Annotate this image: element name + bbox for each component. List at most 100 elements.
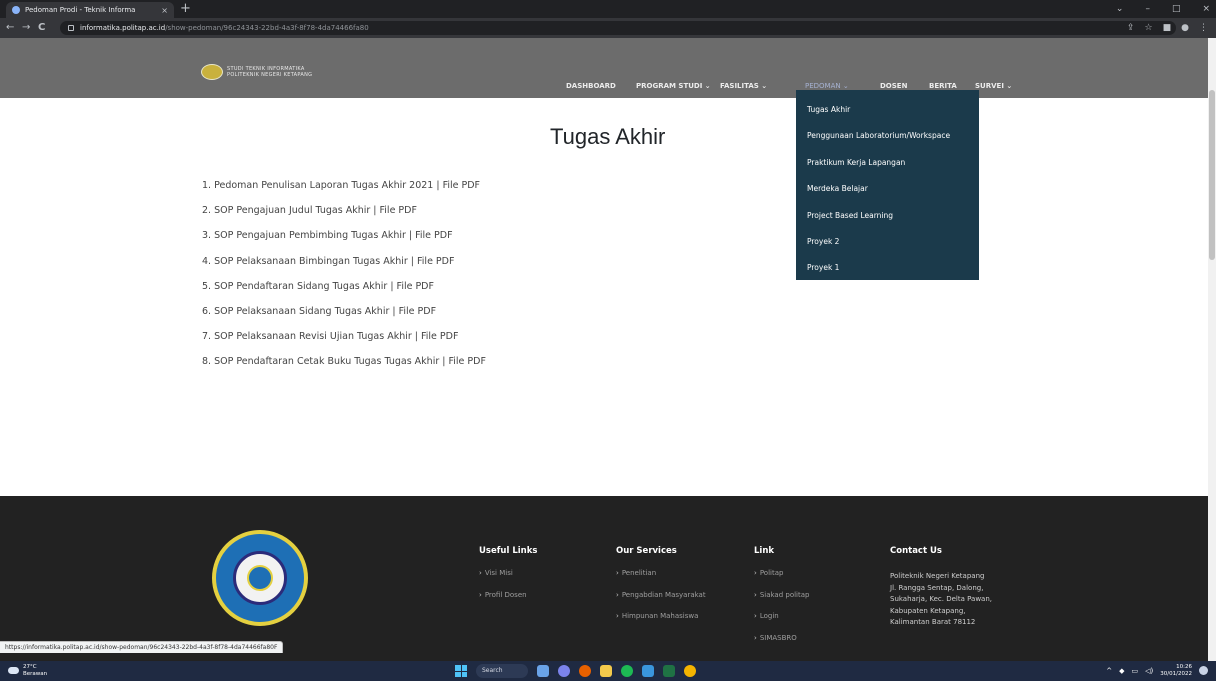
dropdown-item-pbl[interactable]: Project Based Learning [796, 203, 979, 229]
nav-item-fasilitas[interactable]: FASILITAS ⌄ [720, 80, 767, 92]
network-icon[interactable]: ◆ [1119, 667, 1124, 675]
footer-heading: Our Services [616, 546, 677, 556]
dropdown-item-proyek-1[interactable]: Proyek 1 [796, 255, 979, 281]
dropdown-item-pkl[interactable]: Praktikum Kerja Lapangan [796, 150, 979, 176]
dropdown-item-merdeka-belajar[interactable]: Merdeka Belajar [796, 176, 979, 202]
main-menu: DASHBOARD PROGRAM STUDI ⌄ FASILITAS ⌄ PE… [0, 80, 1216, 92]
clock-date: 30/01/2022 [1160, 670, 1192, 677]
clock[interactable]: 10:26 30/01/2022 [1160, 664, 1192, 677]
chevron-right-icon: › [754, 590, 757, 599]
footer-link[interactable]: › Siakad politap [754, 589, 809, 611]
list-item[interactable]: 6. SOP Pelaksanaan Sidang Tugas Akhir | … [202, 302, 762, 327]
dropdown-item-laboratorium[interactable]: Penggunaan Laboratorium/Workspace [796, 123, 979, 149]
back-button[interactable]: ← [6, 21, 14, 35]
footer-link[interactable]: › Visi Misi [479, 567, 537, 589]
chevron-right-icon: › [754, 569, 757, 577]
weather-widget[interactable]: 27°C Berawan [8, 664, 47, 677]
forward-button[interactable]: → [22, 21, 30, 35]
dropdown-item-proyek-2[interactable]: Proyek 2 [796, 229, 979, 255]
footer-heading: Link [754, 546, 775, 556]
contact-address: Politeknik Negeri Ketapang Jl. Rangga Se… [890, 572, 993, 626]
browser-tab-bar: Pedoman Prodi - Teknik Informa × + ⌄ – □… [0, 0, 1216, 18]
page-scrollbar[interactable] [1208, 38, 1216, 661]
politeknik-seal-icon [212, 530, 308, 626]
list-item[interactable]: 1. Pedoman Penulisan Laporan Tugas Akhir… [202, 176, 762, 201]
weather-desc: Berawan [23, 670, 48, 677]
extension-icon[interactable]: ■ [1163, 21, 1172, 35]
volume-icon[interactable]: ◁) [1145, 667, 1153, 675]
chrome-icon[interactable] [684, 665, 696, 677]
tab-title: Pedoman Prodi - Teknik Informa [25, 6, 136, 14]
close-window-button[interactable]: × [1202, 2, 1210, 16]
list-item[interactable]: 4. SOP Pelaksanaan Bimbingan Tugas Akhir… [202, 252, 762, 277]
chevron-right-icon: › [754, 612, 757, 620]
list-item[interactable]: 5. SOP Pendaftaran Sidang Tugas Akhir | … [202, 277, 762, 302]
document-list: 1. Pedoman Penulisan Laporan Tugas Akhir… [202, 176, 762, 378]
list-item[interactable]: 3. SOP Pengajuan Pembimbing Tugas Akhir … [202, 226, 762, 251]
star-icon[interactable]: ☆ [1145, 21, 1153, 35]
pedoman-dropdown: Tugas Akhir Penggunaan Laboratorium/Work… [796, 90, 979, 280]
kebab-menu-icon[interactable]: ⋮ [1199, 21, 1208, 35]
footer-heading: Useful Links [479, 546, 538, 556]
chevron-right-icon: › [616, 569, 619, 577]
spotify-icon[interactable] [621, 665, 633, 677]
taskbar-search[interactable]: Search [476, 664, 528, 678]
chevron-right-icon: › [616, 590, 619, 599]
footer-useful-links: Useful Links › Visi Misi › Profil Dosen [479, 546, 537, 610]
maximize-button[interactable]: □ [1172, 2, 1181, 16]
dropdown-item-tugas-akhir[interactable]: Tugas Akhir [796, 97, 979, 123]
nav-item-dashboard[interactable]: DASHBOARD [566, 80, 616, 92]
url-host: informatika.politap.ac.id [80, 24, 166, 32]
mail-icon[interactable] [642, 665, 654, 677]
list-item[interactable]: 8. SOP Pendaftaran Cetak Buku Tugas Tuga… [202, 352, 762, 377]
profile-icon[interactable]: ● [1181, 21, 1189, 35]
chevron-up-icon[interactable]: ^ [1106, 667, 1112, 675]
chevron-right-icon: › [479, 590, 482, 599]
reload-button[interactable]: C [38, 21, 45, 35]
task-view-icon[interactable] [537, 665, 549, 677]
nav-item-program-studi[interactable]: PROGRAM STUDI ⌄ [636, 80, 711, 92]
chevron-right-icon: › [754, 633, 757, 642]
windows-taskbar: 27°C Berawan Search ^ ◆ ▭ ◁) 10:26 30/01… [0, 661, 1216, 681]
notification-icon[interactable] [1199, 666, 1208, 675]
lock-icon[interactable] [68, 25, 74, 31]
scrollbar-thumb[interactable] [1209, 90, 1215, 260]
excel-icon[interactable] [663, 665, 675, 677]
chevron-right-icon: › [479, 569, 482, 577]
footer-link[interactable]: › SIMASBRO [754, 632, 809, 654]
minimize-button[interactable]: – [1145, 2, 1150, 16]
footer-heading: Contact Us [890, 546, 942, 556]
browser-tab[interactable]: Pedoman Prodi - Teknik Informa × [6, 2, 174, 18]
footer-link[interactable]: › Pengabdian Masyarakat [616, 589, 706, 611]
file-explorer-icon[interactable] [600, 665, 612, 677]
chat-icon[interactable] [558, 665, 570, 677]
address-bar-icons: ⇪ ☆ ■ ● ⋮ [1127, 21, 1208, 35]
url-input[interactable]: informatika.politap.ac.id /show-pedoman/… [60, 21, 1176, 35]
footer-link[interactable]: › Profil Dosen [479, 589, 537, 611]
nav-item-survei[interactable]: SURVEI ⌄ [975, 80, 1012, 92]
windows-start-icon[interactable] [455, 665, 467, 677]
share-icon[interactable]: ⇪ [1127, 21, 1135, 35]
tab-search-icon[interactable]: ⌄ [1116, 2, 1124, 16]
system-tray: ^ ◆ ▭ ◁) 10:26 30/01/2022 [1106, 664, 1208, 677]
list-item[interactable]: 7. SOP Pelaksanaan Revisi Ujian Tugas Ak… [202, 327, 762, 352]
footer-services: Our Services › Penelitian › Pengabdian Mas… [616, 546, 706, 632]
window-controls: ⌄ – □ × [1116, 2, 1210, 16]
new-tab-button[interactable]: + [180, 1, 191, 17]
url-path: /show-pedoman/96c24343-22bd-4a3f-8f78-4d… [165, 24, 369, 32]
chevron-right-icon: › [616, 612, 619, 620]
cloud-icon [8, 667, 19, 674]
footer-link[interactable]: › Penelitian [616, 567, 706, 589]
footer-link[interactable]: › Himpunan Mahasiswa [616, 610, 706, 632]
site-logo[interactable]: STUDI TEKNIK INFORMATIKA POLITEKNIK NEGE… [201, 64, 312, 80]
favicon-icon [12, 6, 20, 14]
tab-close-icon[interactable]: × [161, 6, 168, 15]
list-item[interactable]: 2. SOP Pengajuan Judul Tugas Akhir | Fil… [202, 201, 762, 226]
footer-link-column: Link › Politap › Siakad politap › Login › SI… [754, 546, 809, 653]
firefox-icon[interactable] [579, 665, 591, 677]
status-url: https://informatika.politap.ac.id/show-p… [0, 641, 284, 653]
battery-icon[interactable]: ▭ [1132, 667, 1139, 675]
taskbar-apps: Search [455, 664, 696, 678]
footer-link[interactable]: › Politap [754, 567, 809, 589]
footer-link[interactable]: › Login [754, 610, 809, 632]
